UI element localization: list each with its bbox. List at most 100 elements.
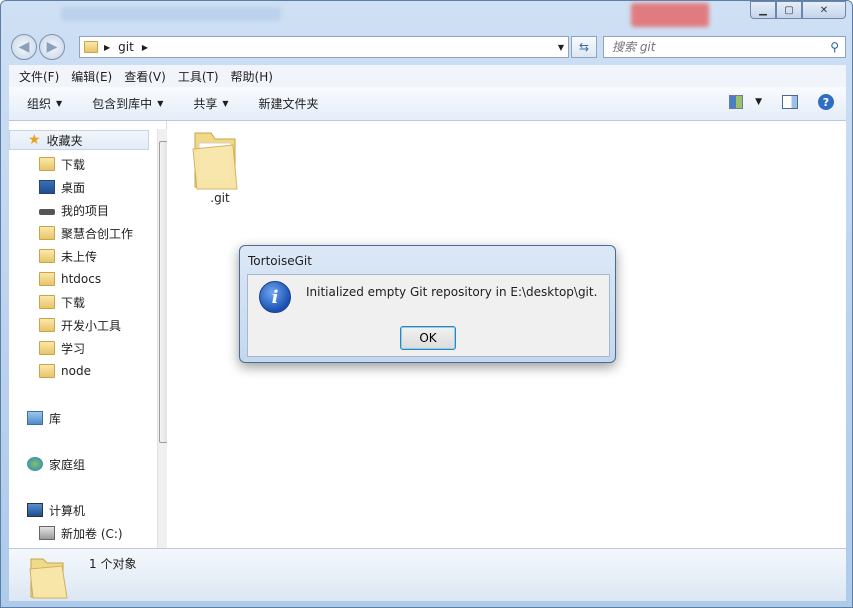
star-icon: ★ <box>28 132 41 148</box>
library-icon <box>27 411 43 425</box>
breadcrumb-separator-icon[interactable]: ▶ <box>104 43 110 52</box>
nav-fav-item[interactable]: 未上传 <box>39 246 97 266</box>
computer-icon <box>27 503 43 517</box>
nav-fav-item[interactable]: node <box>39 361 91 381</box>
share-button[interactable]: 共享 ▼ <box>193 95 228 112</box>
view-controls: ▼ ? <box>729 94 834 110</box>
nav-favorites-label: 收藏夹 <box>46 133 83 148</box>
folder-icon <box>39 226 55 240</box>
forward-arrow-icon: ▶ <box>46 39 58 55</box>
drive-icon <box>39 209 55 215</box>
organize-label: 组织 <box>27 97 52 111</box>
refresh-button[interactable]: ⇆ <box>571 36 597 58</box>
close-button[interactable]: ✕ <box>802 1 846 19</box>
new-folder-label: 新建文件夹 <box>258 97 319 111</box>
address-dropdown-icon[interactable]: ▼ <box>558 43 564 52</box>
include-library-label: 包含到库中 <box>92 97 153 111</box>
menu-view[interactable]: 查看(V) <box>124 68 166 85</box>
nav-fav-item[interactable]: 下载 <box>39 292 85 312</box>
title-text-blurred <box>61 7 281 21</box>
nav-fav-label: htdocs <box>61 272 102 286</box>
organize-button[interactable]: 组织 ▼ <box>27 95 62 112</box>
tortoisegit-dialog: TortoiseGit i Initialized empty Git repo… <box>239 245 616 363</box>
nav-fav-label: 桌面 <box>61 180 86 195</box>
maximize-button[interactable]: ▢ <box>776 1 802 19</box>
view-options-icon[interactable] <box>729 95 744 109</box>
nav-computer-label: 计算机 <box>49 503 86 518</box>
back-arrow-icon: ◀ <box>18 39 30 55</box>
chevron-down-icon: ▼ <box>56 99 63 108</box>
dialog-title: TortoiseGit <box>248 254 312 268</box>
minimize-icon: ▁ <box>759 4 767 16</box>
refresh-icon: ⇆ <box>578 40 590 54</box>
nav-library[interactable]: 库 <box>27 408 61 428</box>
nav-fav-item[interactable]: 聚慧合创工作 <box>39 223 133 243</box>
nav-fav-item[interactable]: 开发小工具 <box>39 315 121 335</box>
menu-edit[interactable]: 编辑(E) <box>71 68 112 85</box>
folder-icon <box>39 272 55 286</box>
include-library-button[interactable]: 包含到库中 ▼ <box>92 95 163 112</box>
folder-icon <box>192 132 238 190</box>
nav-fav-label: node <box>61 364 91 378</box>
explorer-window: ▁ ▢ ✕ ◀ ▶ ▶ git ▶ ▼ ⇆ ⚲ 文件(F) 编辑(E) 查看(V… <box>0 0 853 608</box>
window-controls: ▁ ▢ ✕ <box>750 1 846 19</box>
minimize-button[interactable]: ▁ <box>750 1 776 19</box>
dialog-body: i Initialized empty Git repository in E:… <box>247 274 610 357</box>
nav-fav-label: 下载 <box>61 295 86 310</box>
folder-icon <box>39 364 55 378</box>
desktop-icon <box>39 180 55 194</box>
folder-icon <box>39 318 55 332</box>
folder-icon <box>39 295 55 309</box>
folder-item-label[interactable]: .git <box>201 191 239 205</box>
homegroup-icon <box>27 457 43 471</box>
nav-fav-label: 学习 <box>61 341 86 356</box>
item-count: 1 个对象 <box>89 557 137 571</box>
breadcrumb-separator-icon[interactable]: ▶ <box>142 43 148 52</box>
nav-fav-label: 下载 <box>61 157 86 172</box>
search-input[interactable] <box>612 40 812 54</box>
help-icon[interactable]: ? <box>818 94 834 110</box>
drive-icon <box>39 526 55 540</box>
share-label: 共享 <box>193 97 218 111</box>
download-folder-icon <box>39 157 55 171</box>
view-dropdown-icon[interactable]: ▼ <box>755 97 762 107</box>
navigation-pane: ★ 收藏夹 下载 桌面 我的项目 聚慧合创工作 未上传 htdocs 下载 开发… <box>9 121 174 548</box>
menu-file[interactable]: 文件(F) <box>19 68 59 85</box>
nav-fav-item[interactable]: 学习 <box>39 338 85 358</box>
preview-pane-icon[interactable] <box>782 95 798 109</box>
menu-tools[interactable]: 工具(T) <box>178 68 219 85</box>
breadcrumb-git[interactable]: git <box>118 40 134 54</box>
nav-computer[interactable]: 计算机 <box>27 500 85 520</box>
search-box[interactable]: ⚲ <box>603 36 846 58</box>
info-icon: i <box>259 281 291 313</box>
nav-homegroup[interactable]: 家庭组 <box>27 454 85 474</box>
status-bar: 1 个对象 <box>9 548 846 601</box>
nav-fav-item[interactable]: 我的项目 <box>39 200 109 220</box>
menu-help[interactable]: 帮助(H) <box>231 68 273 85</box>
nav-fav-label: 开发小工具 <box>61 318 122 333</box>
folder-icon <box>39 341 55 355</box>
new-folder-button[interactable]: 新建文件夹 <box>259 95 319 112</box>
search-icon[interactable]: ⚲ <box>830 40 839 54</box>
nav-fav-item[interactable]: htdocs <box>39 269 101 289</box>
chevron-down-icon: ▼ <box>157 99 164 108</box>
nav-drive-label: 新加卷 (C:) <box>61 526 123 541</box>
maximize-icon: ▢ <box>784 4 794 16</box>
folder-item[interactable] <box>191 125 239 191</box>
address-bar[interactable]: ▶ git ▶ ▼ <box>79 36 569 58</box>
nav-fav-label: 聚慧合创工作 <box>61 226 134 241</box>
ok-button[interactable]: OK <box>400 326 456 350</box>
back-button[interactable]: ◀ <box>11 34 37 60</box>
nav-fav-item[interactable]: 桌面 <box>39 177 85 197</box>
nav-drive[interactable]: 新加卷 (C:) <box>39 523 123 543</box>
nav-favorites[interactable]: ★ 收藏夹 <box>9 130 149 150</box>
folder-icon <box>29 558 68 599</box>
nav-homegroup-label: 家庭组 <box>49 457 86 472</box>
close-icon: ✕ <box>819 4 829 16</box>
forward-button[interactable]: ▶ <box>39 34 65 60</box>
folder-icon <box>39 249 55 263</box>
dialog-message: Initialized empty Git repository in E:\d… <box>306 285 598 299</box>
nav-fav-item[interactable]: 下载 <box>39 154 85 174</box>
nav-fav-label: 我的项目 <box>61 203 110 218</box>
title-badge-blurred <box>631 3 709 27</box>
